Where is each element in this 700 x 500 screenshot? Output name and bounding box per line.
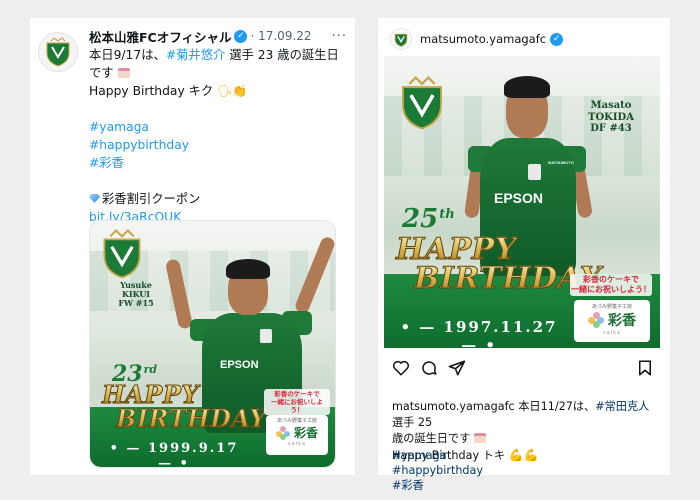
saika-shop-name: 彩香 [293,426,318,440]
coupon-label: 彩香割引クーポン [102,192,201,206]
club-avatar[interactable] [390,28,412,50]
account-name[interactable]: 松本山雅FCオフィシャル [89,27,231,46]
jersey-sponsor: EPSON [494,190,544,206]
tweet-date[interactable]: · 17.09.22 [250,29,311,43]
player-hashtag[interactable]: #常田克人 [595,400,649,413]
dob-dash-right: — • [158,456,190,468]
gem-icon [89,194,100,203]
saika-logo: あづみ野菓子工房 彩香 saika [574,300,650,342]
tweet-line-1-suffix: 選手 23 歳の誕生日 [225,48,339,62]
saika-message-line-1: 彩香のケーキで [274,390,320,398]
player-hashtag[interactable]: #菊井悠介 [166,48,226,62]
player-last-name: TOKIDA [588,111,634,123]
saika-shop-caption: あづみ野菓子工房 [591,304,632,310]
hashtag-happybirthday[interactable]: #happybirthday [89,136,347,154]
hashtag-yamaga[interactable]: #yamaga [392,448,483,463]
player-position: FW #15 [118,298,154,309]
flower-icon [275,425,290,440]
tweet-image[interactable]: Yusuke KIKUI FW #15 EPSON 23rd HAPPY BIR… [89,220,336,468]
saika-shop-romaji: saika [288,441,306,447]
instagram-hashtags: #yamaga #happybirthday #彩香 [392,448,483,493]
player-first-name: Masato [590,100,632,111]
flexed-biceps-icon: 💪 [508,448,524,462]
speaking-head-icon: 🗣 [217,84,233,98]
instagram-header: matsumoto.yamagafc ✓ [378,24,670,54]
saika-message: 彩香のケーキで 一緒にお祝いしよう！ [264,389,330,416]
verified-badge-icon: ✓ [550,32,564,46]
birthday-cake-icon [473,433,486,443]
clapping-hands-icon: 👏 [232,84,248,98]
dob-value: 1997.11.27 [443,318,558,336]
age-label: 25th [402,204,455,234]
caption-line-2: 歳の誕生日です [392,432,471,445]
dob-value: 1999.9.17 [148,441,239,456]
hashtag-saika[interactable]: #彩香 [89,154,347,172]
tweet-text: 本日9/17は、#菊井悠介 選手 23 歳の誕生日 です Happy Birth… [89,46,347,226]
jersey-sponsor: EPSON [220,359,259,371]
saika-message-line-2: 一緒にお祝いしよう！ [271,398,323,415]
player-position: DF #43 [590,123,632,134]
hashtag-yamaga[interactable]: #yamaga [89,118,347,136]
age-suffix: rd [143,363,158,377]
dob-dash-right: — • [461,336,497,348]
birthday-text: BIRTHDAY [116,404,267,433]
saika-message: 彩香のケーキで 一緒にお祝いしよう！ [570,274,652,296]
saika-message-line-1: 彩香のケーキで [583,275,639,284]
saika-message-line-2: 一緒にお祝いしよう！ [571,285,651,294]
jersey-chest-sponsor: MATSUMOTO [548,160,574,165]
instagram-actions [392,359,654,379]
dob-dash-left: • — [109,441,148,456]
player-name-block: Masato TOKIDA DF #43 [576,100,646,135]
club-crest-icon [394,33,408,47]
tweet-line-2: です [89,66,114,80]
hashtag-happybirthday[interactable]: #happybirthday [392,463,483,478]
age-suffix: th [439,206,455,222]
saika-logo: あづみ野菓子工房 彩香 saika [266,415,328,455]
flower-icon [588,312,604,328]
club-crest-icon [100,229,144,279]
bookmark-icon[interactable] [636,359,654,377]
caption-line-1: 本日11/27は、 [514,400,596,413]
more-options-icon[interactable]: ··· [332,29,347,44]
tweet-body: 松本山雅FCオフィシャル ✓ · 17.09.22 ··· 本日9/17は、#菊… [89,26,347,226]
date-of-birth: • — 1997.11.27 — • [394,318,564,348]
caption-line-1-suffix: 選手 25 [392,416,433,429]
instagram-post-card: matsumoto.yamagafc ✓ EPSON MATSUMOTO Mas… [378,18,670,492]
caption-username[interactable]: matsumoto.yamagafc [392,400,515,413]
hashtag-saika[interactable]: #彩香 [392,478,483,493]
club-crest-icon [398,76,446,130]
comment-icon[interactable] [420,359,438,377]
club-crest-icon [46,37,70,67]
tweet-header: 松本山雅FCオフィシャル ✓ · 17.09.22 ··· [89,26,347,46]
heart-icon[interactable] [392,359,410,377]
saika-shop-name: 彩香 [608,313,636,329]
dob-dash-left: • — [400,318,444,336]
send-icon[interactable] [448,359,466,377]
saika-shop-romaji: saika [603,330,621,336]
tweet-line-3: Happy Birthday キク [89,84,214,98]
instagram-image[interactable]: EPSON MATSUMOTO Masato TOKIDA DF #43 25t… [384,56,660,348]
flexed-biceps-icon: 💪 [523,448,539,462]
tweet-line-1: 本日9/17は、 [89,48,166,62]
saika-shop-caption: あづみ野菓子工房 [276,418,317,424]
club-avatar[interactable] [38,32,78,72]
verified-badge-icon: ✓ [234,29,248,43]
twitter-post-card: 松本山雅FCオフィシャル ✓ · 17.09.22 ··· 本日9/17は、#菊… [30,18,355,475]
date-of-birth: • — 1999.9.17 — • [104,441,244,468]
birthday-cake-icon [117,68,130,78]
player-name-block: Yusuke KIKUI FW #15 [110,280,162,309]
instagram-username[interactable]: matsumoto.yamagafc [420,32,546,46]
age-number: 25 [402,204,439,234]
